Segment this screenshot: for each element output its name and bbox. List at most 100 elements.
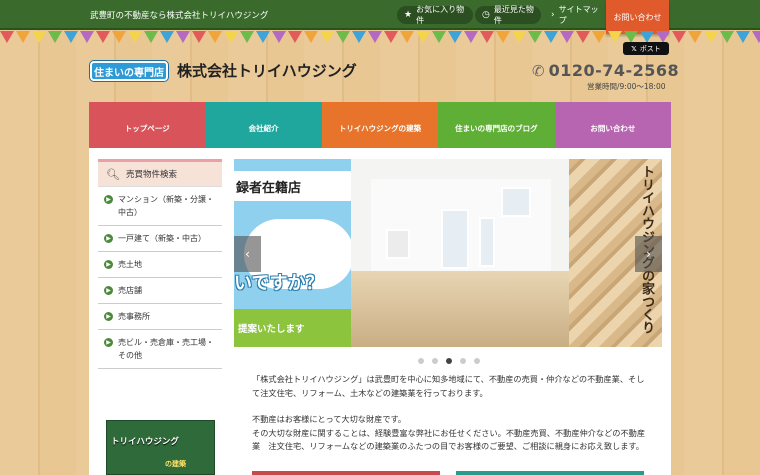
cta-button[interactable] xyxy=(252,471,440,475)
bunting-flag xyxy=(144,31,158,43)
sidebar-item-label: 一戸建て（新築・中古） xyxy=(118,234,206,243)
bunting-flag xyxy=(128,31,142,43)
bunting-flag xyxy=(704,31,718,43)
bunting-flag xyxy=(720,31,734,43)
banner-title: トリイハウジング xyxy=(111,437,179,447)
bunting-flag xyxy=(496,31,510,43)
bunting-flag xyxy=(0,31,14,43)
company-name[interactable]: 株式会社トリイハウジング xyxy=(177,60,357,81)
room-window xyxy=(479,217,495,267)
bunting-flag xyxy=(512,31,526,43)
kitchen-cabinet xyxy=(386,229,410,259)
sidebar-list: ▶ マンション（新築・分譲・中古） ▶ 一戸建て（新築・中古） ▶ 売土地 ▶ 売店舗 ▶ 売事務… xyxy=(98,186,222,369)
bunting-flag xyxy=(48,31,62,43)
x-logo-icon: 𝕏 xyxy=(631,44,637,53)
bunting-flag xyxy=(688,31,702,43)
arrow-right-icon: ▶ xyxy=(104,234,113,243)
nav-item[interactable]: トップページ xyxy=(89,102,206,148)
bunting-flag xyxy=(384,31,398,43)
slider-dot[interactable] xyxy=(432,358,438,364)
sidebar-item-label: 売事務所 xyxy=(118,312,150,321)
bunting-flag xyxy=(160,31,174,43)
bunting-flag xyxy=(416,31,430,43)
bunting-flag xyxy=(592,31,606,43)
bunting-flag xyxy=(320,31,334,43)
bunting-flag xyxy=(176,31,190,43)
contact-tab-button[interactable]: お問い合わせ xyxy=(606,0,669,34)
sidebar-item[interactable]: ▶ 一戸建て（新築・中古） xyxy=(98,226,222,252)
room-window xyxy=(501,187,531,217)
bunting-flag xyxy=(352,31,366,43)
sidebar-item[interactable]: ▶ 売土地 xyxy=(98,252,222,278)
bunting-flag xyxy=(400,31,414,43)
image-slider[interactable]: 録者在籍店 いですか？ 提案いたします トリイハウジングの家つくり xyxy=(234,159,662,347)
cta-button-row xyxy=(252,471,644,475)
arrow-right-icon: ▶ xyxy=(104,260,113,269)
phone-icon: ✆ xyxy=(532,61,545,80)
nav-item-label: 会社紹介 xyxy=(248,124,279,133)
promo-green: 提案いたします xyxy=(234,309,351,347)
favorites-label: お気に入り物件 xyxy=(416,5,465,25)
bunting-flag xyxy=(288,31,302,43)
site-tagline: 武豊町の不動産なら株式会社トリイハウジング xyxy=(90,11,269,21)
arrow-right-icon: ▶ xyxy=(104,338,113,347)
arrow-right-icon: ▶ xyxy=(104,312,113,321)
slide-room-photo xyxy=(351,159,569,347)
slider-dot[interactable] xyxy=(446,358,452,364)
sidebar-item[interactable]: ▶ 売事務所 xyxy=(98,304,222,330)
slider-prev-button[interactable]: ‹ xyxy=(234,236,261,272)
bunting-flag xyxy=(112,31,126,43)
slider-dot[interactable] xyxy=(460,358,466,364)
x-post-button[interactable]: 𝕏 ポスト xyxy=(623,42,669,55)
arrow-right-icon: ▶ xyxy=(104,286,113,295)
x-post-label: ポスト xyxy=(639,44,661,53)
nav-item[interactable]: トリイハウジングの建築 xyxy=(321,102,439,148)
bunting-flag xyxy=(192,31,206,43)
sidebar-item-label: 売土地 xyxy=(118,260,142,269)
nav-item[interactable]: 会社紹介 xyxy=(205,102,322,148)
logo[interactable]: 住まいの専門店 xyxy=(90,61,168,81)
sidebar-item[interactable]: ▶ マンション（新築・分譲・中古） xyxy=(98,187,222,226)
bunting-flag xyxy=(528,31,542,43)
bunting-flag xyxy=(80,31,94,43)
recent-link[interactable]: ◷ 最近見た物件 xyxy=(475,5,541,25)
phone-number[interactable]: ✆ 0120-74-2568 xyxy=(532,61,679,80)
bunting-flag xyxy=(672,31,686,43)
sidebar-title: 🔍︎ 売買物件検索 xyxy=(98,159,222,186)
nav-item-label: 住まいの専門店のブログ xyxy=(455,124,538,133)
nav-item[interactable]: お問い合わせ xyxy=(554,102,672,148)
bunting-flag xyxy=(208,31,222,43)
slider-dot[interactable] xyxy=(474,358,480,364)
bunting-flag xyxy=(368,31,382,43)
banner-subtitle: の建築 xyxy=(165,460,186,468)
bunting-flag xyxy=(240,31,254,43)
bunting-flag xyxy=(464,31,478,43)
slider-dot[interactable] xyxy=(418,358,424,364)
bunting-flag xyxy=(608,31,622,43)
favorites-link[interactable]: ★ お気に入り物件 xyxy=(397,5,473,25)
global-nav: トップページ 会社紹介 トリイハウジングの建築 住まいの専門店のブログ お問い合わせ xyxy=(89,102,672,148)
slider-dots xyxy=(418,358,480,364)
star-icon: ★ xyxy=(404,10,413,20)
nav-item-label: お問い合わせ xyxy=(590,124,636,133)
intro-paragraph: 「株式会社トリイハウジング」は武豊町を中心に知多地域にて、不動産の売買・仲介など… xyxy=(252,374,645,398)
business-hours: 営業時間/9:00～18:00 xyxy=(587,82,666,91)
bunting-flag xyxy=(224,31,238,43)
bunting-flag xyxy=(576,31,590,43)
intro-paragraph: その大切な財産に関することは、経験豊富な弊社にお任せください。不動産売買、不動産… xyxy=(252,427,646,452)
room-floor xyxy=(351,271,569,347)
bunting-flag xyxy=(544,31,558,43)
sidebar-item[interactable]: ▶ 売ビル・売倉庫・売工場・その他 xyxy=(98,330,222,369)
sitemap-link[interactable]: › サイトマップ xyxy=(544,5,606,25)
cta-button[interactable] xyxy=(456,471,644,475)
bunting-flag xyxy=(448,31,462,43)
bunting-flag xyxy=(32,31,46,43)
building-banner[interactable]: トリイハウジング の建築 xyxy=(106,420,215,475)
sidebar-item[interactable]: ▶ 売店舗 xyxy=(98,278,222,304)
recent-label: 最近見た物件 xyxy=(493,5,534,25)
slider-next-button[interactable]: › xyxy=(635,236,662,272)
room-window xyxy=(441,209,469,269)
bunting-flag xyxy=(336,31,350,43)
nav-item[interactable]: 住まいの専門店のブログ xyxy=(438,102,555,148)
bunting-flag xyxy=(304,31,318,43)
